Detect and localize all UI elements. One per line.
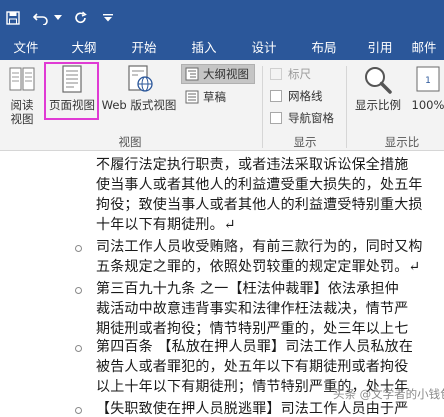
group-separator xyxy=(262,66,263,148)
zoom-100-label: 100% xyxy=(411,98,444,112)
draft-view-label: 草稿 xyxy=(203,90,226,104)
web-layout-icon xyxy=(128,65,153,92)
draft-view-icon xyxy=(185,90,199,104)
zoom-100-icon: 1 xyxy=(416,66,440,92)
web-layout-button[interactable]: Web 版式视图 xyxy=(100,64,178,130)
ruler-label: 标尺 xyxy=(288,67,311,81)
redo-icon[interactable] xyxy=(70,0,92,36)
views-group-label: 视图 xyxy=(118,135,142,149)
paragraph-bullet xyxy=(75,245,82,252)
zoom-group-label: 显示比 xyxy=(384,135,420,149)
show-group-label: 显示 xyxy=(293,135,317,149)
web-layout-label: Web 版式视图 xyxy=(101,98,177,112)
gridlines-label: 网格线 xyxy=(288,89,323,103)
doc-line: 使当事人或者其他人的利益遭受重大损失的，处五年 xyxy=(96,177,423,193)
document-area[interactable]: 不履行法定执行职责，或者违法采取诉讼保全措施 使当事人或者其他人的利益遭受重大损… xyxy=(0,152,444,417)
read-mode-icon xyxy=(9,67,35,91)
gridlines-checkbox-box xyxy=(270,90,282,102)
ruler-checkbox-box xyxy=(270,68,282,80)
tab-mailings[interactable]: 邮件 xyxy=(404,36,444,60)
ribbon-tabs: 文件 大纲 开始 插入 设计 布局 引用 邮件 xyxy=(0,36,444,60)
tab-home[interactable]: 开始 xyxy=(116,36,172,60)
doc-line: 被告人或者罪犯的，处五年以下有期徒刑或者拘役 xyxy=(96,359,409,375)
doc-line: 十年以下有期徒刑。↵ xyxy=(96,217,236,233)
watermark-text: 头条 @文学者的小钱包 xyxy=(333,387,444,401)
nav-pane-checkbox[interactable]: 导航窗格 xyxy=(270,109,334,127)
doc-line: 【失职致使在押人员脱逃罪】司法工作人员由于严 xyxy=(96,401,409,417)
zoom-label: 显示比例 xyxy=(355,98,401,112)
draft-view-button[interactable]: 草稿 xyxy=(182,87,242,107)
outline-view-label: 大纲视图 xyxy=(203,67,249,81)
nav-pane-checkbox-box xyxy=(270,112,282,124)
read-mode-label-2: 视图 xyxy=(10,112,34,126)
doc-line: 裁活动中故意违背事实和法律作枉法裁决，情节严 xyxy=(96,301,409,317)
doc-line: 不履行法定执行职责，或者违法采取诉讼保全措施 xyxy=(96,157,409,173)
highlight-box xyxy=(44,62,99,120)
group-separator xyxy=(346,66,347,148)
read-mode-button[interactable]: 阅读 视图 xyxy=(4,64,40,130)
tab-insert[interactable]: 插入 xyxy=(176,36,232,60)
undo-dropdown-icon[interactable] xyxy=(52,0,64,36)
quick-access-toolbar xyxy=(0,0,444,36)
doc-line: 拘役；致使当事人或者其他人的利益遭受特别重大损 xyxy=(96,197,423,213)
save-icon[interactable] xyxy=(2,0,24,36)
paragraph-bullet xyxy=(75,345,82,352)
nav-pane-label: 导航窗格 xyxy=(288,111,334,125)
tab-file[interactable]: 文件 xyxy=(0,36,52,60)
svg-text:1: 1 xyxy=(425,76,431,86)
doc-line: 司法工作人员收受贿赂，有前三款行为的，同时又构 xyxy=(96,239,423,255)
customize-qat-icon[interactable] xyxy=(100,0,116,36)
paragraph-bullet xyxy=(75,407,82,414)
undo-icon[interactable] xyxy=(30,0,52,36)
tab-outline[interactable]: 大纲 xyxy=(56,36,112,60)
tab-references[interactable]: 引用 xyxy=(356,36,404,60)
gridlines-checkbox[interactable]: 网格线 xyxy=(270,87,323,105)
doc-line: 第四百条 【私放在押人员罪】司法工作人员私放在 xyxy=(96,339,414,355)
doc-line: 五条规定之罪的，依照处罚较重的规定定罪处罚。↵ xyxy=(96,259,421,275)
magnifier-icon xyxy=(365,67,392,94)
zoom-100-button[interactable]: 1 100% xyxy=(408,64,444,130)
outline-view-button[interactable]: 大纲视图 xyxy=(181,64,255,84)
outline-view-icon xyxy=(185,67,199,81)
ruler-checkbox[interactable]: 标尺 xyxy=(270,65,311,83)
zoom-button[interactable]: 显示比例 xyxy=(350,64,406,130)
doc-line: 第三百九十九条 之一【枉法仲裁罪】依法承担仲 xyxy=(96,281,399,297)
tab-design[interactable]: 设计 xyxy=(236,36,292,60)
paragraph-bullet xyxy=(75,287,82,294)
doc-line: 期徒刑或者拘役；情节特别严重的，处三年以上七 xyxy=(96,321,409,337)
read-mode-label-1: 阅读 xyxy=(10,98,34,112)
tab-layout[interactable]: 布局 xyxy=(296,36,352,60)
